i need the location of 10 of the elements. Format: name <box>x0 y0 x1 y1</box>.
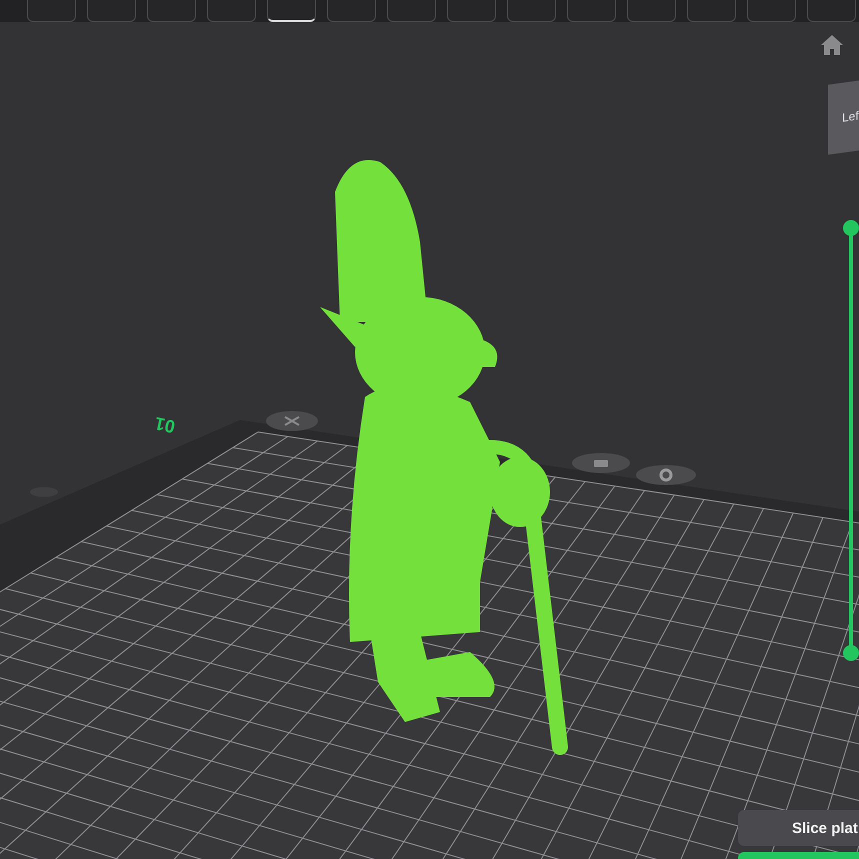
lock-icon[interactable] <box>572 453 630 473</box>
slice-plate-button[interactable]: Slice plat <box>738 810 859 846</box>
slider-handle[interactable] <box>843 220 859 236</box>
home-icon[interactable] <box>820 34 844 56</box>
toolbar-button[interactable] <box>267 0 316 22</box>
layer-slider[interactable] <box>843 220 859 661</box>
plate-number: 01 <box>153 412 177 437</box>
view-cube[interactable]: Lef <box>828 79 859 155</box>
close-icon[interactable] <box>266 411 318 431</box>
settings-icon[interactable] <box>636 465 696 485</box>
